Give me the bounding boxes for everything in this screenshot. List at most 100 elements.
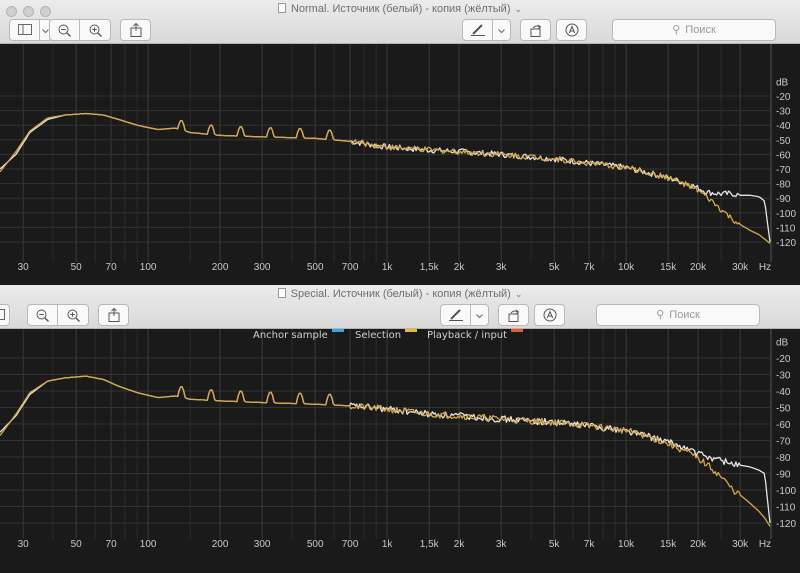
spectrum-plot-normal[interactable]: 30 50 70 100 200 300 500 700 1k 1,5k 2k 3k 5k 7k 10k 15… bbox=[0, 44, 800, 285]
title-bar[interactable]: Special. Источник (белый) - копия (жёлты… bbox=[0, 285, 800, 329]
y-tick-label: -60 bbox=[776, 420, 791, 431]
x-tick-label: 100 bbox=[140, 539, 157, 550]
x-tick-label: 5k bbox=[549, 539, 561, 550]
search-input[interactable]: ⚲ Поиск bbox=[596, 304, 760, 326]
zoom-in-button[interactable] bbox=[80, 19, 111, 41]
zoom-controls bbox=[27, 304, 89, 326]
rotate-button[interactable] bbox=[498, 304, 529, 326]
x-tick-label: 15k bbox=[660, 539, 677, 550]
window-title-text: Normal. Источник (белый) - копия (жёлтый… bbox=[290, 3, 511, 15]
zoom-out-button[interactable] bbox=[49, 19, 80, 41]
document-icon bbox=[277, 288, 286, 298]
legend-anchor-swatch bbox=[331, 329, 344, 339]
x-tick-label: 15k bbox=[660, 262, 677, 273]
sidebar-button[interactable] bbox=[0, 304, 10, 326]
share-icon bbox=[108, 307, 119, 322]
chevron-down-icon bbox=[476, 314, 483, 319]
y-tick-label: -80 bbox=[776, 180, 791, 191]
window-title[interactable]: Normal. Источник (белый) - копия (жёлтый… bbox=[0, 3, 800, 15]
y-tick-label: -40 bbox=[776, 387, 791, 398]
legend-playback: Playback / input bbox=[427, 329, 524, 341]
y-tick-label: -20 bbox=[776, 92, 791, 103]
window-special: Special. Источник (белый) - копия (жёлты… bbox=[0, 285, 800, 573]
y-tick-label: -50 bbox=[776, 136, 791, 147]
y-tick-label: -120 bbox=[776, 519, 796, 530]
x-tick-label: 200 bbox=[212, 262, 229, 273]
annotate-button[interactable] bbox=[556, 19, 587, 41]
x-tick-label: 70 bbox=[106, 539, 118, 550]
x-tick-label: 2k bbox=[454, 262, 466, 273]
y-tick-label: -30 bbox=[776, 371, 791, 382]
legend-selection-label: Selection bbox=[355, 330, 402, 341]
x-tick-label: 3k bbox=[496, 262, 508, 273]
search-icon: ⚲ bbox=[672, 24, 681, 36]
y-tick-label: -50 bbox=[776, 404, 791, 415]
share-button[interactable] bbox=[98, 304, 129, 326]
annotate-button[interactable] bbox=[534, 304, 565, 326]
y-tick-label: -110 bbox=[776, 503, 796, 514]
x-unit-label: Hz bbox=[759, 539, 771, 550]
sidebar-toggle[interactable] bbox=[9, 19, 52, 41]
series-line-copy bbox=[0, 375, 771, 527]
y-tick-label: -70 bbox=[776, 165, 791, 176]
x-tick-label: 1,5k bbox=[420, 539, 440, 550]
markup-controls bbox=[462, 19, 511, 41]
window-normal: Normal. Источник (белый) - копия (жёлтый… bbox=[0, 0, 800, 285]
x-unit-label: Hz bbox=[759, 262, 771, 273]
sidebar-icon bbox=[0, 309, 5, 320]
y-tick-label: -100 bbox=[776, 486, 796, 497]
y-tick-label: -100 bbox=[776, 209, 796, 220]
x-tick-label: 5k bbox=[549, 262, 561, 273]
x-tick-label: 2k bbox=[454, 539, 466, 550]
chevron-down-icon bbox=[42, 29, 49, 34]
x-tick-label: 200 bbox=[212, 539, 229, 550]
legend-selection: Selection bbox=[355, 329, 418, 341]
pen-icon bbox=[470, 24, 485, 36]
search-placeholder: Поиск bbox=[685, 24, 716, 36]
y-tick-label: -70 bbox=[776, 437, 791, 448]
x-tick-label: 20k bbox=[690, 539, 707, 550]
sidebar-button[interactable] bbox=[9, 19, 40, 41]
x-tick-label: 1,5k bbox=[420, 262, 440, 273]
series-line-copy bbox=[0, 112, 771, 244]
annotate-icon bbox=[565, 23, 578, 37]
document-icon bbox=[277, 3, 286, 13]
title-bar[interactable]: Normal. Источник (белый) - копия (жёлтый… bbox=[0, 0, 800, 44]
markup-button[interactable] bbox=[440, 304, 471, 326]
zoom-in-button[interactable] bbox=[58, 304, 89, 326]
x-tick-label: 50 bbox=[71, 262, 83, 273]
spectrum-plot-special[interactable]: 30 50 70 100 200 300 500 700 1k 1,5k 2k 3k 5k 7k 10k 15… bbox=[0, 329, 800, 573]
x-tick-label: 70 bbox=[106, 262, 118, 273]
legend-anchor: Anchor sample bbox=[253, 329, 344, 341]
markup-menu-button[interactable] bbox=[493, 19, 511, 41]
x-tick-label: 30k bbox=[732, 262, 749, 273]
x-tick-label: 1k bbox=[382, 262, 394, 273]
search-input[interactable]: ⚲ Поиск bbox=[612, 19, 776, 41]
rotate-button[interactable] bbox=[520, 19, 551, 41]
x-tick-label: 30k bbox=[732, 539, 749, 550]
window-title-text: Special. Источник (белый) - копия (жёлты… bbox=[290, 288, 511, 300]
y-tick-label: -90 bbox=[776, 194, 791, 205]
markup-button[interactable] bbox=[462, 19, 493, 41]
spectrum-chart: 30 50 70 100 200 300 500 700 1k 1,5k 2k 3k 5k 7k 10k 15… bbox=[0, 329, 796, 550]
y-tick-label: -110 bbox=[776, 223, 796, 234]
window-title[interactable]: Special. Источник (белый) - копия (жёлты… bbox=[0, 288, 800, 300]
series-line-source bbox=[0, 375, 771, 524]
share-button[interactable] bbox=[120, 19, 151, 41]
zoom-in-icon bbox=[67, 309, 80, 322]
x-tick-label: 700 bbox=[342, 539, 359, 550]
sidebar-icon bbox=[17, 24, 32, 35]
pen-icon bbox=[448, 309, 463, 321]
x-tick-label: 500 bbox=[307, 262, 324, 273]
y-tick-label: -60 bbox=[776, 150, 791, 161]
zoom-out-button[interactable] bbox=[27, 304, 58, 326]
markup-menu-button[interactable] bbox=[471, 304, 489, 326]
chevron-down-icon[interactable]: ⌄ bbox=[515, 4, 523, 14]
zoom-out-icon bbox=[36, 309, 49, 322]
legend-playback-label: Playback / input bbox=[427, 330, 508, 341]
x-tick-label: 30 bbox=[18, 262, 30, 273]
zoom-controls bbox=[49, 19, 111, 41]
share-icon bbox=[130, 22, 141, 37]
y-unit-label: dB bbox=[776, 77, 789, 88]
chevron-down-icon[interactable]: ⌄ bbox=[515, 289, 523, 299]
